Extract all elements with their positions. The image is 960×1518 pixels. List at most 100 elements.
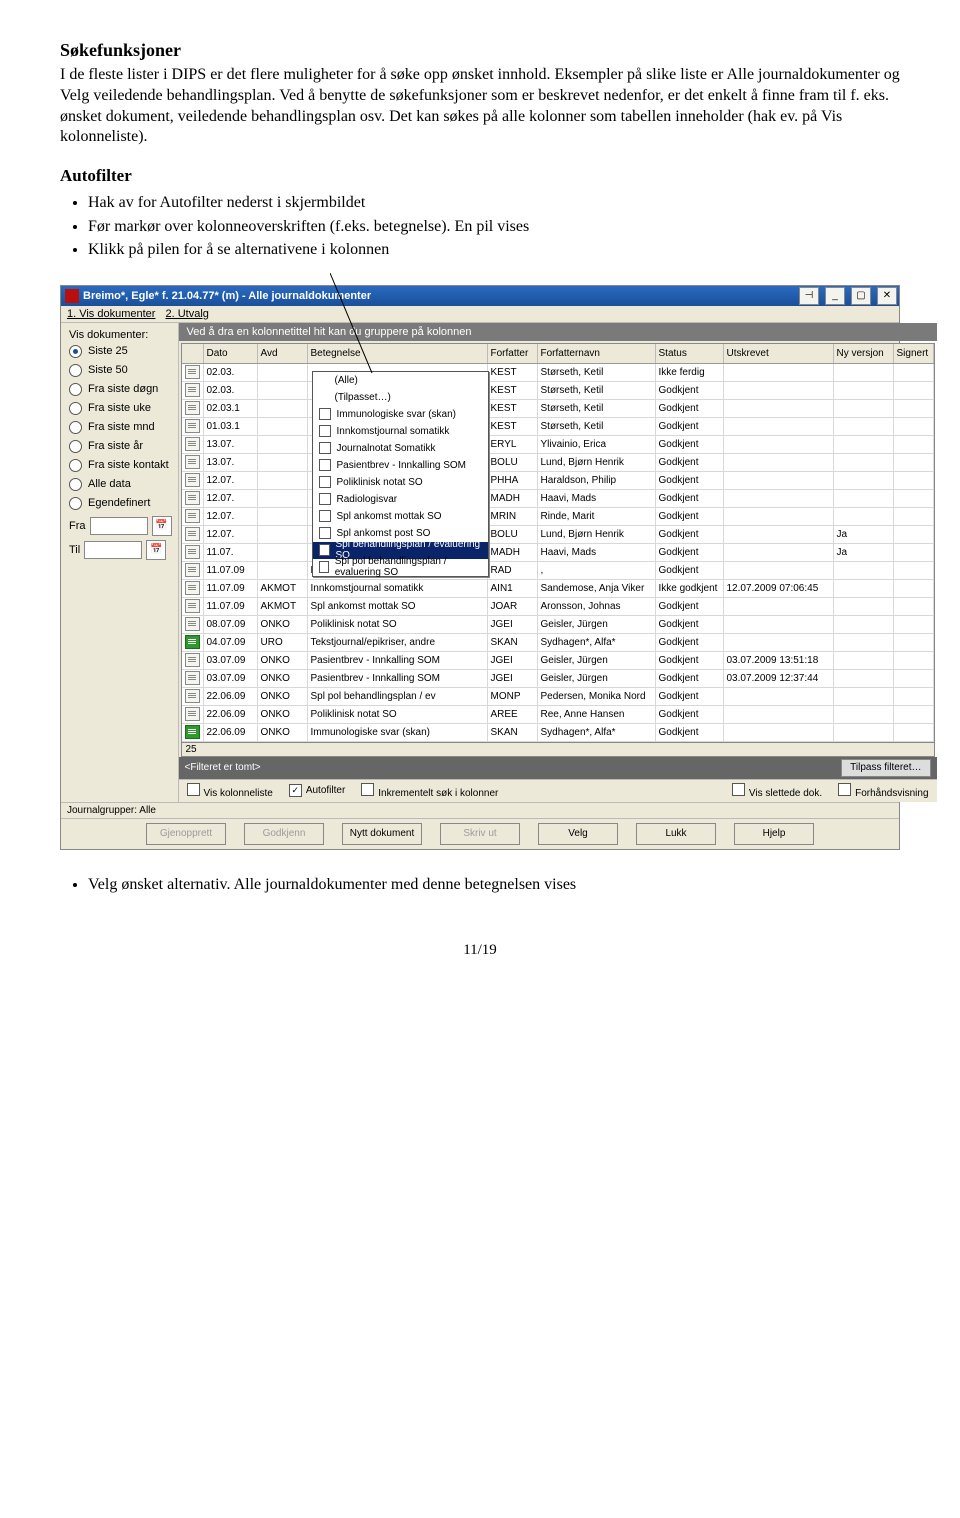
radio-label: Fra siste mnd <box>88 421 155 433</box>
chk-forhandsvisning[interactable]: Forhåndsvisning <box>838 783 928 799</box>
cell-utskrevet <box>724 616 834 633</box>
lukk-button[interactable]: Lukk <box>636 823 716 845</box>
col-nyversjon[interactable]: Ny versjon <box>834 344 894 363</box>
autofilter-option-label: Spl ankomst mottak SO <box>337 511 442 522</box>
cell-signert <box>894 436 934 453</box>
radio-label: Egendefinert <box>88 497 150 509</box>
autofilter-option[interactable]: Radiologisvar <box>313 491 488 508</box>
table-row[interactable]: 11.07.09AKMOTInnkomstjournal somatikkAIN… <box>182 580 934 598</box>
table-row[interactable]: 11.07.09RadiologisvarRAD,Godkjent <box>182 562 934 580</box>
row-count: 25 <box>181 743 935 757</box>
cell-avd: ONKO <box>258 724 308 741</box>
options-strip: Vis kolonneliste Autofilter Inkrementelt… <box>179 779 937 802</box>
autofilter-option[interactable]: Journalnotat Somatikk <box>313 440 488 457</box>
table-row[interactable]: 12.07.MRINRinde, MaritGodkjent <box>182 508 934 526</box>
callout-line <box>330 273 900 297</box>
chk-vis-slettede[interactable]: Vis slettede dok. <box>732 783 822 799</box>
autofilter-dropdown[interactable]: (Alle)(Tilpasset…)Immunologiske svar (sk… <box>312 371 489 577</box>
col-forfatternavn[interactable]: Forfatternavn <box>538 344 656 363</box>
table-row[interactable]: 12.07.PHHAHaraldson, PhilipGodkjent <box>182 472 934 490</box>
cell-betegnelse: Innkomstjournal somatikk <box>308 580 488 597</box>
radio-fra-siste-år[interactable]: Fra siste år <box>69 440 172 453</box>
cell-dato: 12.07. <box>204 490 258 507</box>
col-icon[interactable] <box>182 344 204 363</box>
cell-forfatternavn: Sandemose, Anja Viker <box>538 580 656 597</box>
table-row[interactable]: 04.07.09UROTekstjournal/epikriser, andre… <box>182 634 934 652</box>
cell-forfatter: AIN1 <box>488 580 538 597</box>
radio-fra-siste-mnd[interactable]: Fra siste mnd <box>69 421 172 434</box>
filter-bar: <Filteret er tomt> Tilpass filteret… <box>179 757 937 779</box>
autofilter-title: Autofilter <box>60 166 900 186</box>
post-bullets: Velg ønsket alternativ. Alle journaldoku… <box>88 874 900 896</box>
table-row[interactable]: 02.03.KESTStørseth, KetilIkke ferdig <box>182 364 934 382</box>
cell-nyversjon <box>834 598 894 615</box>
row-type-icon <box>182 562 204 579</box>
autofilter-option[interactable]: Spl pol behandlingsplan / evaluering SO <box>313 559 488 576</box>
table-row[interactable]: 12.07.BOLULund, Bjørn HenrikGodkjentJa <box>182 526 934 544</box>
cell-status: Godkjent <box>656 490 724 507</box>
autofilter-option[interactable]: Spl ankomst mottak SO <box>313 508 488 525</box>
nytt-dokument-button[interactable]: Nytt dokument <box>342 823 422 845</box>
velg-button[interactable]: Velg <box>538 823 618 845</box>
godkjenn-button[interactable]: Godkjenn <box>244 823 324 845</box>
fra-input[interactable] <box>90 517 148 535</box>
chk-inkrementelt[interactable]: Inkrementelt søk i kolonner <box>361 783 498 799</box>
col-status[interactable]: Status <box>656 344 724 363</box>
cell-status: Ikke godkjent <box>656 580 724 597</box>
table-row[interactable]: 03.07.09ONKOPasientbrev - Innkalling SOM… <box>182 652 934 670</box>
filter-customize-button[interactable]: Tilpass filteret… <box>841 759 930 777</box>
cell-utskrevet <box>724 544 834 561</box>
calendar-icon[interactable]: 📅 <box>152 516 172 536</box>
cell-utskrevet <box>724 508 834 525</box>
cell-betegnelse: Pasientbrev - Innkalling SOM <box>308 670 488 687</box>
col-utskrevet[interactable]: Utskrevet <box>724 344 834 363</box>
checkbox-icon <box>319 544 330 556</box>
table-row[interactable]: 22.06.09ONKOPoliklinisk notat SOAREERee,… <box>182 706 934 724</box>
cell-avd <box>258 490 308 507</box>
autofilter-option[interactable]: Pasientbrev - Innkalling SOM <box>313 457 488 474</box>
radio-egendefinert[interactable]: Egendefinert <box>69 497 172 510</box>
gjenopprett-button[interactable]: Gjenopprett <box>146 823 226 845</box>
table-row[interactable]: 03.07.09ONKOPasientbrev - Innkalling SOM… <box>182 670 934 688</box>
button-row: Gjenopprett Godkjenn Nytt dokument Skriv… <box>61 818 899 849</box>
radio-fra-siste-døgn[interactable]: Fra siste døgn <box>69 383 172 396</box>
table-row[interactable]: 11.07.MADHHaavi, MadsGodkjentJa <box>182 544 934 562</box>
table-row[interactable]: 08.07.09ONKOPoliklinisk notat SOJGEIGeis… <box>182 616 934 634</box>
table-row[interactable]: 22.06.09ONKOImmunologiske svar (skan)SKA… <box>182 724 934 742</box>
table-row[interactable]: 12.07.MADHHaavi, MadsGodkjent <box>182 490 934 508</box>
cell-dato: 04.07.09 <box>204 634 258 651</box>
table-row[interactable]: 13.07.BOLULund, Bjørn HenrikGodkjent <box>182 454 934 472</box>
table-row[interactable]: 02.03.KESTStørseth, KetilGodkjent <box>182 382 934 400</box>
til-input[interactable] <box>84 541 142 559</box>
fra-row: Fra 📅 <box>69 516 172 536</box>
autofilter-option[interactable]: Innkomstjournal somatikk <box>313 423 488 440</box>
col-avd[interactable]: Avd <box>258 344 308 363</box>
table-row[interactable]: 01.03.1KESTStørseth, KetilGodkjent <box>182 418 934 436</box>
autofilter-bullets: Hak av for Autofilter nederst i skjermbi… <box>88 192 900 261</box>
autofilter-option[interactable]: Poliklinisk notat SO <box>313 474 488 491</box>
radio-fra-siste-kontakt[interactable]: Fra siste kontakt <box>69 459 172 472</box>
cell-utskrevet <box>724 364 834 381</box>
autofilter-option[interactable]: (Tilpasset…) <box>313 389 488 406</box>
cell-dato: 02.03. <box>204 382 258 399</box>
cell-avd <box>258 508 308 525</box>
col-dato[interactable]: Dato <box>204 344 258 363</box>
radio-alle-data[interactable]: Alle data <box>69 478 172 491</box>
table-row[interactable]: 22.06.09ONKOSpl pol behandlingsplan / ev… <box>182 688 934 706</box>
hjelp-button[interactable]: Hjelp <box>734 823 814 845</box>
chk-vis-kolonneliste[interactable]: Vis kolonneliste <box>187 783 273 799</box>
table-row[interactable]: 13.07.ERYLYlivainio, EricaGodkjent <box>182 436 934 454</box>
radio-siste-50[interactable]: Siste 50 <box>69 364 172 377</box>
skriv-ut-button[interactable]: Skriv ut <box>440 823 520 845</box>
chk-autofilter[interactable]: Autofilter <box>289 784 345 797</box>
calendar-icon[interactable]: 📅 <box>146 540 166 560</box>
cell-signert <box>894 418 934 435</box>
radio-siste-25[interactable]: Siste 25 <box>69 345 172 358</box>
tab-utvalg[interactable]: 2. Utvalg <box>165 308 208 320</box>
autofilter-option[interactable]: Immunologiske svar (skan) <box>313 406 488 423</box>
radio-fra-siste-uke[interactable]: Fra siste uke <box>69 402 172 415</box>
table-row[interactable]: 11.07.09AKMOTSpl ankomst mottak SOJOARAr… <box>182 598 934 616</box>
tab-vis-dokumenter[interactable]: 1. Vis dokumenter <box>67 308 155 320</box>
col-signert[interactable]: Signert <box>894 344 934 363</box>
table-row[interactable]: 02.03.1KESTStørseth, KetilGodkjent <box>182 400 934 418</box>
